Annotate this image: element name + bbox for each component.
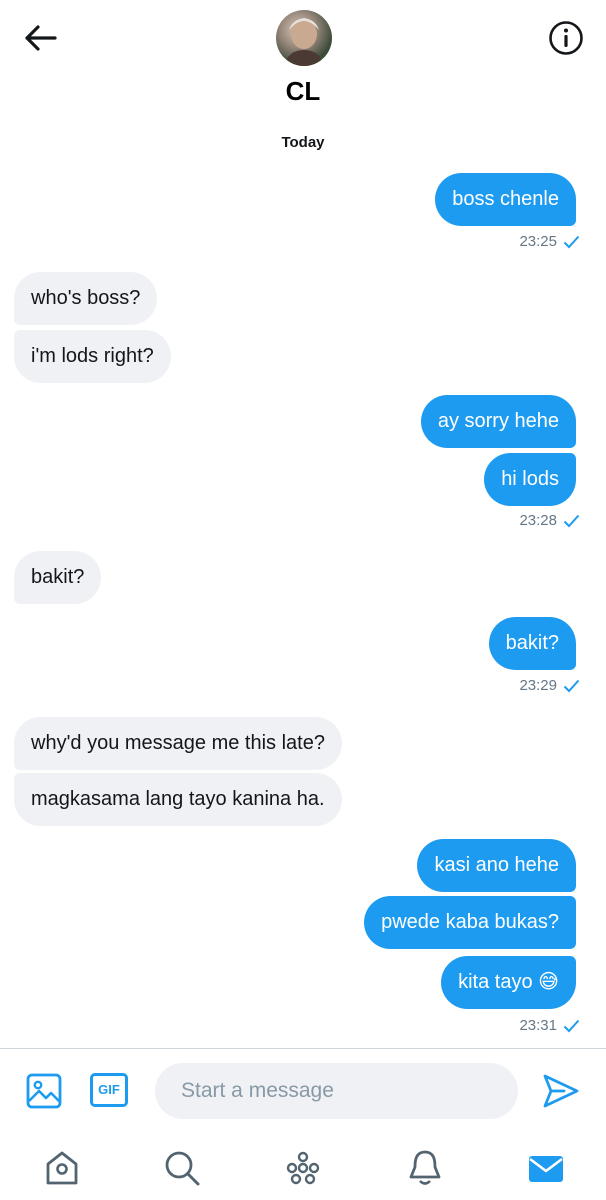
timestamp-text: 23:28 <box>519 512 557 529</box>
info-icon[interactable] <box>548 20 584 56</box>
outgoing-message[interactable]: pwede kaba bukas? <box>364 896 576 949</box>
read-check-icon <box>563 514 580 527</box>
mail-icon[interactable] <box>526 1148 566 1188</box>
outgoing-message[interactable]: kasi ano hehe <box>417 839 576 892</box>
read-check-icon <box>563 1019 580 1032</box>
message-timestamp: 23:28 <box>519 512 580 529</box>
message-timestamp: 23:25 <box>519 233 580 250</box>
incoming-message[interactable]: magkasama lang tayo kanina ha. <box>14 773 342 826</box>
image-icon[interactable] <box>26 1073 62 1109</box>
timestamp-text: 23:29 <box>519 677 557 694</box>
search-icon[interactable] <box>162 1148 202 1188</box>
message-timestamp: 23:31 <box>519 1017 580 1034</box>
outgoing-message[interactable]: bakit? <box>488 617 576 670</box>
back-arrow-icon[interactable] <box>22 22 58 54</box>
outgoing-message[interactable]: hi lods <box>484 453 576 506</box>
read-check-icon <box>563 679 580 692</box>
spaces-icon[interactable] <box>283 1148 323 1188</box>
avatar[interactable] <box>276 10 332 66</box>
read-check-icon <box>563 235 580 248</box>
send-icon[interactable] <box>542 1073 580 1109</box>
message-composer: GIF <box>0 1048 606 1134</box>
message-timestamp: 23:29 <box>519 677 580 694</box>
conversation-header: CL <box>0 0 606 110</box>
contact-name[interactable]: CL <box>0 76 606 107</box>
incoming-message[interactable]: who's boss? <box>14 272 158 325</box>
outgoing-message[interactable]: boss chenle <box>435 173 576 226</box>
incoming-message[interactable]: i'm lods right? <box>14 330 171 383</box>
timestamp-text: 23:25 <box>519 233 557 250</box>
outgoing-message[interactable]: kita tayo 😅 <box>441 956 576 1009</box>
bell-icon[interactable] <box>405 1148 445 1188</box>
message-input[interactable] <box>155 1063 518 1119</box>
outgoing-message[interactable]: ay sorry hehe <box>420 395 576 448</box>
bottom-tab-bar <box>0 1134 606 1200</box>
home-icon[interactable] <box>42 1148 82 1188</box>
date-separator: Today <box>281 134 325 151</box>
incoming-message[interactable]: bakit? <box>14 551 102 604</box>
timestamp-text: 23:31 <box>519 1017 557 1034</box>
incoming-message[interactable]: why'd you message me this late? <box>14 717 342 770</box>
gif-button[interactable]: GIF <box>90 1073 128 1107</box>
